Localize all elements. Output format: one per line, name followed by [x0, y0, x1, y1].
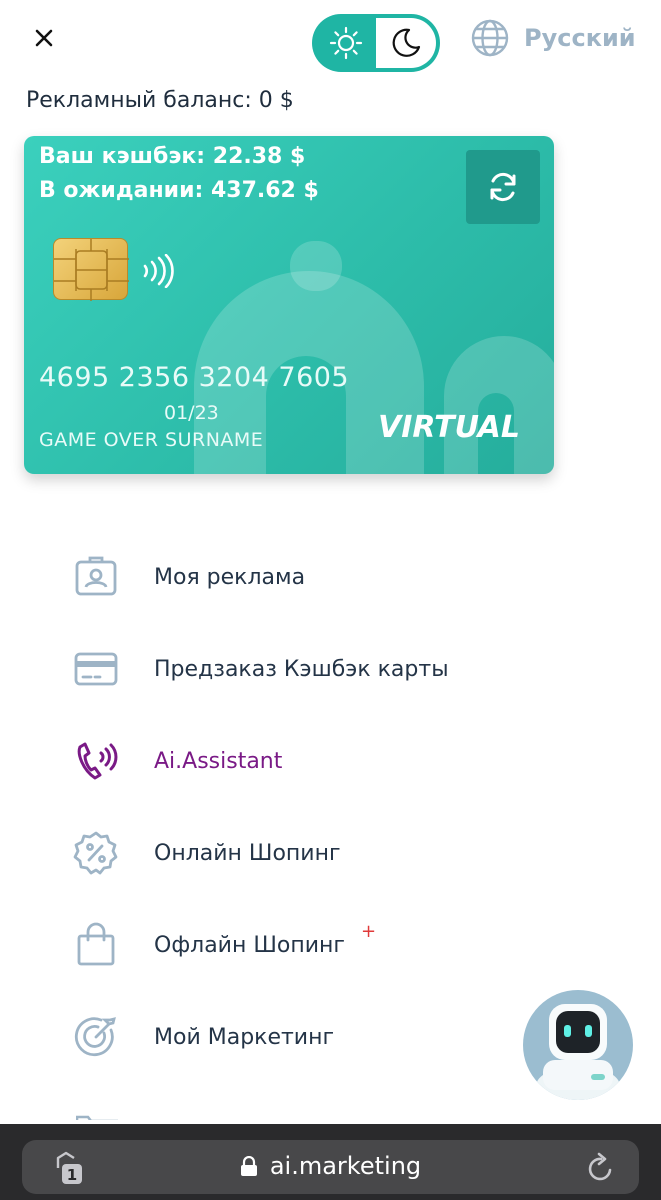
close-icon [35, 29, 53, 47]
card-number: 4695 2356 3204 7605 [39, 362, 350, 393]
theme-dark-option[interactable] [376, 18, 436, 68]
language-label: Русский [524, 24, 636, 52]
card-chip [53, 238, 129, 301]
moon-icon [392, 28, 421, 57]
menu-item-my-ads[interactable]: Моя реклама [72, 547, 305, 607]
url-text: ai.marketing [269, 1152, 422, 1180]
menu-item-label: Онлайн Шопинг [154, 840, 341, 866]
virtual-card: Ваш кэшбэк: 22.38 $ В ожидании: 437.62 $ [24, 136, 554, 474]
ad-balance: Рекламный баланс: 0 $ [26, 88, 294, 113]
reload-button[interactable] [587, 1152, 615, 1182]
theme-light-option[interactable] [316, 18, 376, 68]
menu-item-card-preorder[interactable]: Предзаказ Кэшбэк карты [72, 639, 449, 699]
sun-icon [329, 26, 363, 60]
contactless-icon [143, 254, 174, 288]
card-brand: VIRTUAL [378, 410, 520, 445]
url-display[interactable]: ai.marketing [22, 1152, 639, 1180]
shopping-bag-icon [72, 921, 120, 969]
browser-toolbar: 1 ai.marketing [0, 1124, 661, 1200]
chip-icon [54, 239, 129, 301]
close-button[interactable] [28, 22, 60, 54]
pending-amount: В ожидании: 437.62 $ [39, 178, 319, 203]
lock-icon [240, 1156, 257, 1176]
phone-call-icon [72, 737, 120, 785]
menu-item-ai-assistant[interactable]: Ai.Assistant [72, 731, 282, 791]
menu-item-label: Офлайн Шопинг [154, 932, 345, 958]
robot-icon [536, 1004, 620, 1100]
menu-item-my-marketing[interactable]: Мой Маркетинг [72, 1007, 334, 1067]
refresh-button[interactable] [466, 150, 540, 224]
refresh-icon [490, 172, 516, 202]
credit-card-icon [72, 645, 120, 693]
reload-icon [588, 1152, 612, 1181]
menu-item-label: Ai.Assistant [154, 748, 283, 774]
id-badge-icon [72, 553, 120, 601]
menu-item-offline-shopping[interactable]: Офлайн Шопинг + [72, 915, 376, 975]
next-menu-icon-partial [76, 1110, 118, 1120]
new-badge: + [360, 920, 377, 942]
cashback-amount: Ваш кэшбэк: 22.38 $ [39, 144, 306, 169]
language-selector[interactable]: Русский [470, 18, 636, 58]
menu-item-label: Моя реклама [154, 564, 306, 590]
menu-item-label: Мой Маркетинг [154, 1024, 335, 1050]
theme-toggle[interactable] [312, 14, 440, 72]
address-bar[interactable]: 1 ai.marketing [22, 1140, 639, 1194]
card-expiry: 01/23 [164, 402, 219, 424]
assistant-robot-button[interactable] [523, 990, 633, 1100]
menu-item-online-shopping[interactable]: Онлайн Шопинг [72, 823, 341, 883]
card-holder-name: GAME OVER SURNAME [39, 429, 264, 451]
target-icon [72, 1013, 120, 1061]
percent-badge-icon [72, 829, 120, 877]
globe-icon [471, 19, 509, 57]
menu-item-label: Предзаказ Кэшбэк карты [154, 656, 449, 682]
